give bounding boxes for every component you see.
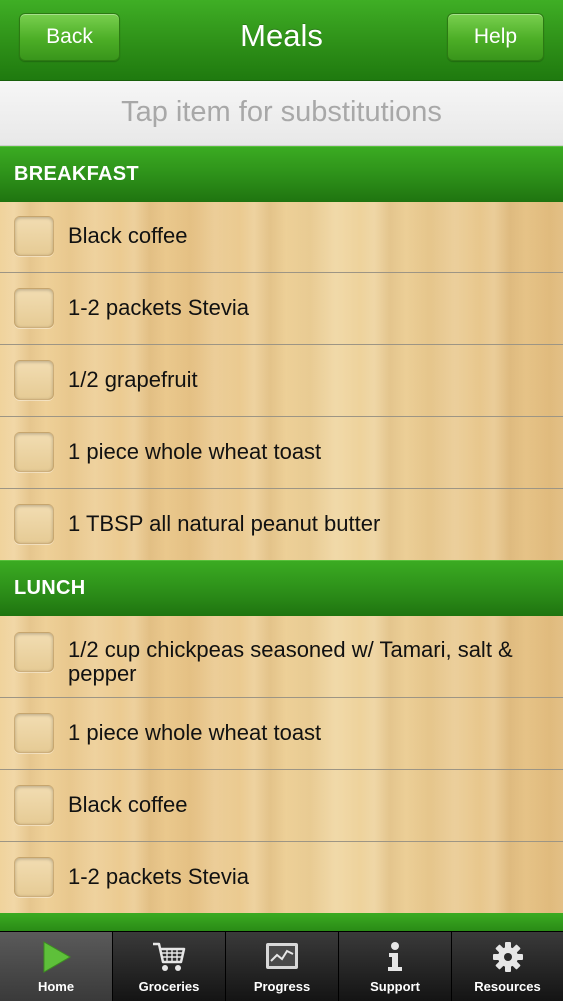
section-header-lunch: LUNCH	[0, 560, 563, 617]
play-icon	[43, 941, 72, 973]
tab-progress[interactable]: Progress	[226, 932, 339, 1001]
tab-bar: Home Groceries Progress Support Resource…	[0, 931, 563, 1001]
meal-item-label: Black coffee	[68, 792, 188, 817]
meal-item-label: Black coffee	[68, 223, 188, 248]
cart-icon	[153, 942, 186, 971]
substitution-hint: Tap item for substitutions	[0, 81, 563, 146]
meal-item-label: 1 TBSP all natural peanut butter	[68, 511, 381, 536]
gear-icon	[493, 942, 523, 972]
meal-item-row[interactable]: Black coffee	[0, 202, 563, 273]
item-checkbox[interactable]	[14, 785, 54, 825]
navigation-bar: Back Meals Help	[0, 0, 563, 81]
tab-label: Resources	[474, 979, 541, 994]
meal-item-row[interactable]: 1/2 grapefruit	[0, 345, 563, 417]
meal-item-row[interactable]: 1/2 cup chickpeas seasoned w/ Tamari, sa…	[0, 616, 563, 698]
meal-item-label: 1 piece whole wheat toast	[68, 439, 322, 464]
meal-item-label: 1/2 grapefruit	[68, 367, 198, 392]
next-section-header-partial	[0, 913, 563, 931]
meal-item-row[interactable]: 1-2 packets Stevia	[0, 273, 563, 345]
help-button[interactable]: Help	[447, 13, 544, 61]
section-title: BREAKFAST	[14, 163, 139, 185]
info-icon	[388, 942, 402, 971]
item-checkbox[interactable]	[14, 857, 54, 897]
section-header-breakfast: BREAKFAST	[0, 146, 563, 203]
meal-item-row[interactable]: 1 TBSP all natural peanut butter	[0, 489, 563, 561]
tab-groceries[interactable]: Groceries	[113, 932, 226, 1001]
meal-item-label: 1 piece whole wheat toast	[68, 720, 322, 745]
item-checkbox[interactable]	[14, 216, 54, 256]
meal-item-label: 1-2 packets Stevia	[68, 864, 249, 889]
tab-home[interactable]: Home	[0, 932, 113, 1001]
tab-resources[interactable]: Resources	[452, 932, 563, 1001]
meal-item-row[interactable]: 1 piece whole wheat toast	[0, 417, 563, 489]
section-title: LUNCH	[14, 577, 86, 599]
meal-item-row[interactable]: 1 piece whole wheat toast	[0, 698, 563, 770]
meal-item-label: 1-2 packets Stevia	[68, 295, 249, 320]
item-checkbox[interactable]	[14, 288, 54, 328]
tab-label: Support	[370, 979, 420, 994]
item-checkbox[interactable]	[14, 504, 54, 544]
item-checkbox[interactable]	[14, 632, 54, 672]
meal-item-label: 1/2 cup chickpeas seasoned w/ Tamari, sa…	[68, 637, 513, 686]
tab-label: Home	[37, 979, 75, 994]
item-checkbox[interactable]	[14, 432, 54, 472]
meal-item-row[interactable]: Black coffee	[0, 770, 563, 842]
tab-label: Progress	[253, 979, 311, 994]
item-checkbox[interactable]	[14, 360, 54, 400]
tab-support[interactable]: Support	[339, 932, 452, 1001]
tab-label: Groceries	[138, 979, 200, 994]
item-checkbox[interactable]	[14, 713, 54, 753]
meal-item-row[interactable]: 1-2 packets Stevia	[0, 842, 563, 914]
chart-icon	[266, 943, 298, 969]
